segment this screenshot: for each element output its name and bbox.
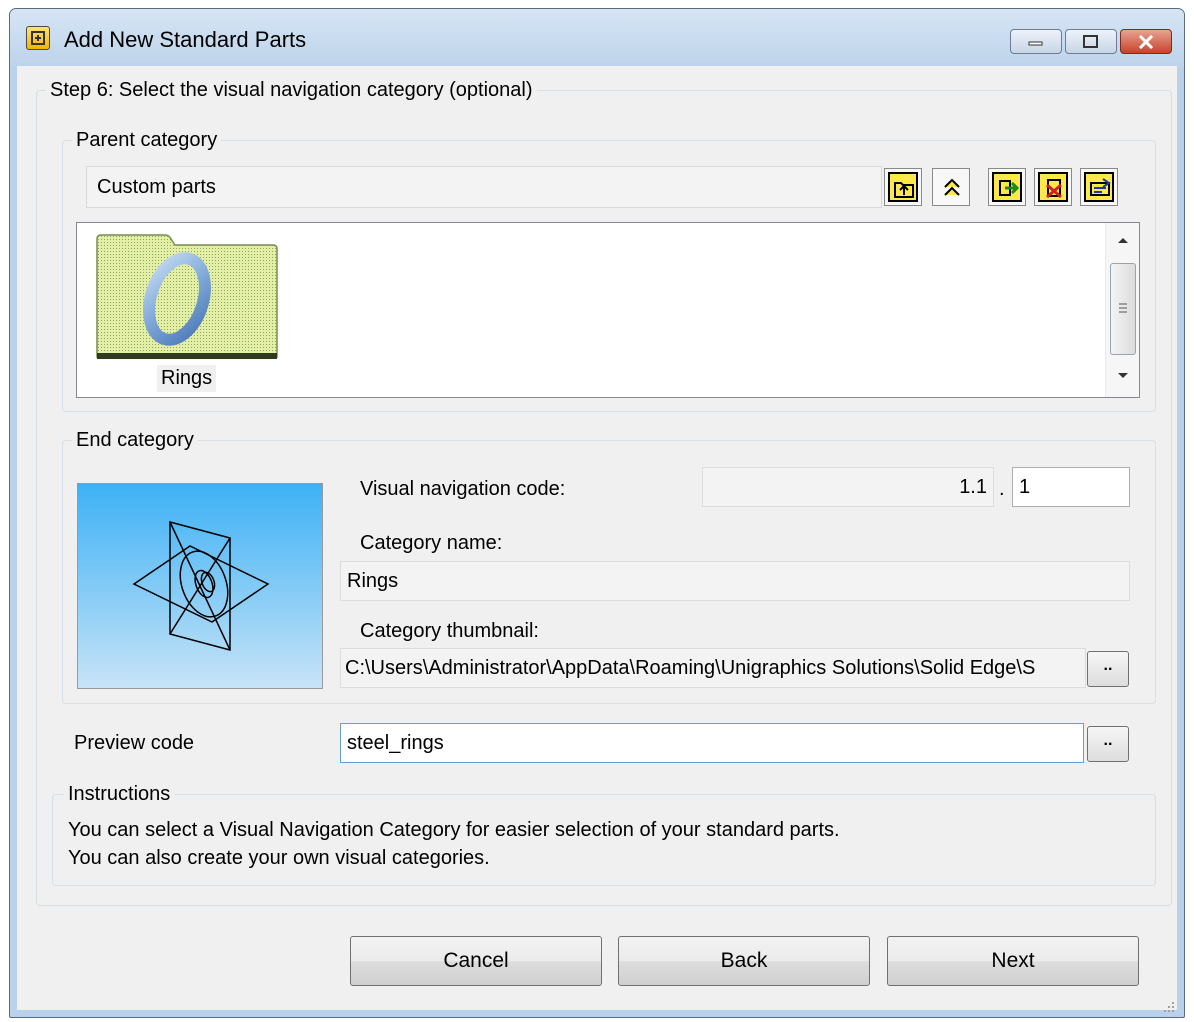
instructions-legend: Instructions <box>64 782 175 806</box>
nav-code-prefix: 1.1 <box>702 467 994 507</box>
category-thumbnail-path: C:\Users\Administrator\AppData\Roaming\U… <box>340 648 1086 688</box>
close-icon <box>1138 34 1154 49</box>
add-category-icon <box>999 180 1020 196</box>
instructions-text: You can select a Visual Navigation Categ… <box>68 816 840 872</box>
category-toolbar <box>884 166 1140 214</box>
collapse-button[interactable] <box>932 168 970 206</box>
delete-category-button[interactable] <box>1034 168 1072 206</box>
category-list[interactable]: Rings <box>76 222 1140 398</box>
edit-category-icon <box>1090 178 1111 196</box>
end-category-legend: End category <box>72 428 198 452</box>
category-thumbnail-preview <box>77 483 323 689</box>
back-button[interactable]: Back <box>618 936 870 986</box>
category-thumbnail-label: Category thumbnail: <box>360 620 539 642</box>
list-item[interactable] <box>95 233 279 359</box>
window-title: Add New Standard Parts <box>64 27 307 52</box>
preview-browse-button[interactable]: .. <box>1087 726 1129 762</box>
cancel-button[interactable]: Cancel <box>350 936 602 986</box>
maximize-icon <box>1083 34 1098 48</box>
maximize-button[interactable] <box>1065 29 1117 54</box>
folder-up-button[interactable] <box>884 168 922 206</box>
nav-code-label: Visual navigation code: <box>360 478 566 500</box>
grip-icon <box>1119 303 1127 313</box>
preview-code-label: Preview code <box>74 732 195 754</box>
title-bar[interactable]: Add New Standard Parts <box>10 9 1184 67</box>
resize-grip-icon[interactable] <box>1162 1000 1176 1014</box>
parent-category-path: Custom parts <box>86 166 882 208</box>
list-scrollbar[interactable] <box>1105 223 1139 397</box>
edit-category-button[interactable] <box>1080 168 1118 206</box>
scroll-up-icon[interactable] <box>1116 235 1130 245</box>
category-name-field: Rings <box>340 561 1130 601</box>
ring-sketch-icon <box>132 521 270 651</box>
category-name-label: Category name: <box>360 532 503 554</box>
nav-code-input[interactable]: 1 <box>1012 467 1130 507</box>
folder-up-icon <box>894 182 914 198</box>
instructions-line-2: You can also create your own visual cate… <box>68 847 490 869</box>
instructions-line-1: You can select a Visual Navigation Categ… <box>68 819 840 841</box>
app-icon <box>26 26 50 50</box>
minimize-button[interactable] <box>1010 29 1062 54</box>
ring-folder-icon <box>96 234 278 359</box>
next-button[interactable]: Next <box>887 936 1139 986</box>
scroll-thumb[interactable] <box>1110 263 1136 355</box>
nav-code-separator: . <box>999 478 1005 500</box>
preview-code-input[interactable]: steel_rings <box>340 723 1084 763</box>
add-category-button[interactable] <box>988 168 1026 206</box>
close-button[interactable] <box>1120 29 1172 54</box>
thumbnail-browse-button[interactable]: .. <box>1087 651 1129 687</box>
collapse-icon <box>944 178 960 196</box>
scroll-down-icon[interactable] <box>1116 371 1130 381</box>
step-title: Step 6: Select the visual navigation cat… <box>46 78 537 102</box>
minimize-icon <box>1028 41 1043 45</box>
delete-category-icon <box>1046 179 1062 199</box>
parent-category-legend: Parent category <box>72 128 222 152</box>
list-item-label: Rings <box>157 365 217 392</box>
